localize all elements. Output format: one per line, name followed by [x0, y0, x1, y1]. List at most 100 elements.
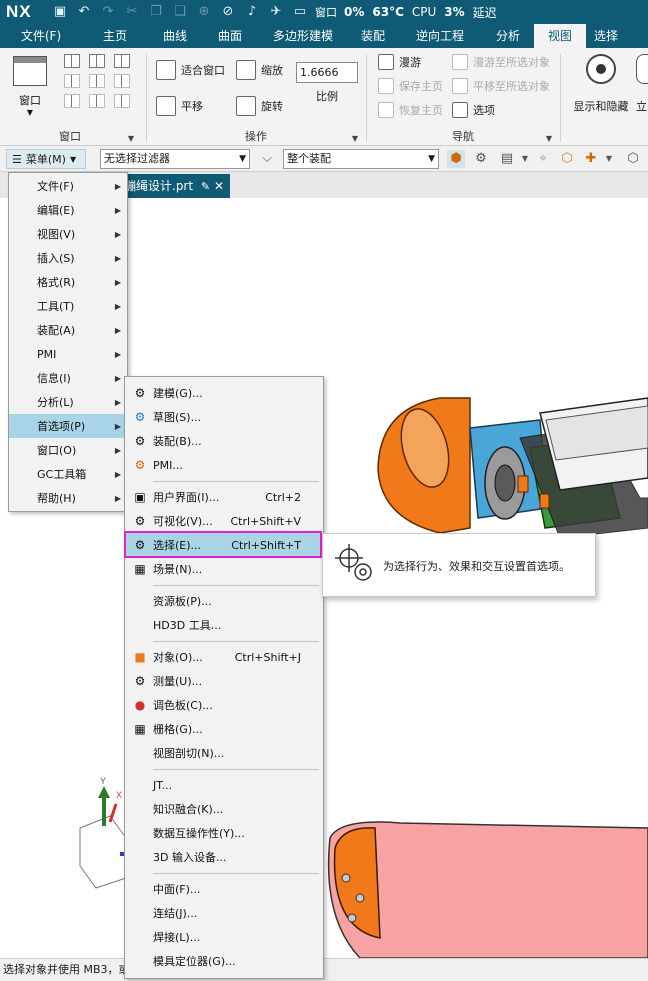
roam-to-selected-button[interactable]: 漫游至所选对象 [452, 54, 550, 70]
navigation-group-dropdown-icon[interactable]: ▼ [546, 134, 552, 143]
close-icon[interactable]: ✕ [214, 174, 224, 198]
menu-item-file[interactable]: 文件(F) ▶ [9, 174, 127, 198]
tab-polygon-modeling[interactable]: 多边形建模 [258, 24, 348, 48]
chevron-down-icon[interactable]: ▼ [600, 150, 618, 168]
selection-scope-icon[interactable]: ▤ [498, 150, 516, 168]
menu-item-insert[interactable]: 插入(S) ▶ [9, 246, 127, 270]
submenu-item-jt[interactable]: JT... [125, 773, 323, 797]
submenu-item-grid[interactable]: ▦ 栅格(G)... [125, 717, 323, 741]
pan-button[interactable]: 平移 [156, 96, 203, 116]
filter-funnel-icon[interactable]: ⌵ [258, 150, 276, 168]
submenu-item-knowledge-fusion[interactable]: 知识融合(K)... [125, 797, 323, 821]
restore-home-button[interactable]: 恢复主页 [378, 102, 443, 118]
tab-analysis[interactable]: 分析 [482, 24, 534, 48]
menu-item-window[interactable]: 窗口(O) ▶ [9, 438, 127, 462]
submenu-item-object[interactable]: ■ 对象(O)... Ctrl+Shift+J [125, 645, 323, 669]
microphone-icon[interactable]: ♪ [243, 4, 261, 20]
submenu-item-sketch[interactable]: ⚙ 草图(S)... [125, 405, 323, 429]
submenu-item-assembly[interactable]: ⚙ 装配(B)... [125, 429, 323, 453]
menu-item-analysis[interactable]: 分析(L) ▶ [9, 390, 127, 414]
save-icon[interactable]: ▣ [51, 4, 69, 20]
menu-item-pmi[interactable]: PMI ▶ [9, 342, 127, 366]
menu-item-preferences[interactable]: 首选项(P) ▶ [9, 414, 127, 438]
submenu-item-pmi[interactable]: ⚙ PMI... [125, 453, 323, 477]
undo-icon[interactable]: ↶ [75, 4, 93, 20]
snap-icon[interactable]: ⌖ [534, 150, 552, 168]
redo-icon[interactable]: ↷ [99, 4, 117, 20]
menu-item-help[interactable]: 帮助(H) ▶ [9, 486, 127, 510]
scale-input[interactable]: 1.6666 [296, 62, 358, 83]
submenu-item-hd3d-tools[interactable]: HD3D 工具... [125, 613, 323, 637]
fit-window-button[interactable]: 适合窗口 [156, 60, 225, 80]
menu-item-gc-toolkit[interactable]: GC工具箱 ▶ [9, 462, 127, 486]
cut-icon[interactable]: ✂ [123, 4, 141, 20]
pan-to-selected-button[interactable]: 平移至所选对象 [452, 78, 550, 94]
submenu-item-3d-input-device[interactable]: 3D 输入设备... [125, 845, 323, 869]
submenu-item-selection[interactable]: ⚙ 选择(E)... Ctrl+Shift+T [125, 533, 323, 557]
window-icon[interactable]: ▭ [291, 4, 309, 20]
show-hide-button[interactable]: 显示和隐藏 [568, 54, 634, 114]
submenu-item-modeling[interactable]: ⚙ 建模(G)... [125, 381, 323, 405]
chevron-down-icon: ▼ [69, 154, 77, 164]
layout-right-icon[interactable] [89, 94, 105, 108]
submenu-item-user-interface[interactable]: ▣ 用户界面(I)... Ctrl+2 [125, 485, 323, 509]
tab-file[interactable]: 文件(F) [0, 24, 82, 48]
submenu-item-view-section[interactable]: 视图剖切(N)... [125, 741, 323, 765]
layout-two-icon[interactable] [89, 54, 105, 68]
type-filter-select[interactable]: 无选择过滤器 ▼ [100, 149, 250, 169]
menu-item-information[interactable]: 信息(I) ▶ [9, 366, 127, 390]
copy-icon[interactable]: ❐ [147, 4, 165, 20]
submenu-item-resource-bar[interactable]: 资源板(P)... [125, 589, 323, 613]
submenu-item-data-interoperability[interactable]: 数据互操作性(Y)... [125, 821, 323, 845]
submenu-item-joint[interactable]: 连结(J)... [125, 901, 323, 925]
visibility-icon[interactable]: ⊘ [219, 4, 237, 20]
submenu-item-midsurface[interactable]: 中面(F)... [125, 877, 323, 901]
tab-home[interactable]: 主页 [82, 24, 148, 48]
submenu-item-measure[interactable]: ⚙ 测量(U)... [125, 669, 323, 693]
submenu-item-palette[interactable]: ● 调色板(C)... [125, 693, 323, 717]
layout-single-icon[interactable] [64, 54, 80, 68]
layout-three-icon[interactable] [64, 74, 80, 88]
navigation-options-button[interactable]: 选项 [452, 102, 495, 118]
menu-item-view[interactable]: 视图(V) ▶ [9, 222, 127, 246]
roam-button[interactable]: 漫游 [378, 54, 421, 70]
submenu-item-visualization[interactable]: ⚙ 可视化(V)... Ctrl+Shift+V [125, 509, 323, 533]
submenu-item-mold-locator[interactable]: 模具定位器(G)... [125, 949, 323, 973]
save-home-button[interactable]: 保存主页 [378, 78, 443, 94]
multi-select-icon[interactable]: ⚙ [472, 150, 490, 168]
tab-reverse-engineering[interactable]: 逆向工程 [398, 24, 482, 48]
layout-horizontal-icon[interactable] [114, 54, 130, 68]
tab-view[interactable]: 视图 [534, 24, 586, 48]
view-cube-icon[interactable]: ⬡ [624, 150, 642, 168]
layout-six-icon[interactable] [114, 74, 130, 88]
tab-curve[interactable]: 曲线 [148, 24, 202, 48]
document-tab[interactable]: 蹦绳设计.prt ✎ ✕ [120, 174, 230, 198]
menu-item-edit[interactable]: 编辑(E) ▶ [9, 198, 127, 222]
cut-view-button[interactable]: 立 [636, 54, 648, 114]
window-group-dropdown-icon[interactable]: ▼ [128, 134, 134, 143]
assembly-scope-select[interactable]: 整个装配 ▼ [283, 149, 439, 169]
submenu-item-weld[interactable]: 焊接(L)... [125, 925, 323, 949]
menu-item-assembly[interactable]: 装配(A) ▶ [9, 318, 127, 342]
modified-icon: ✎ [200, 180, 211, 193]
orange-cube-icon[interactable]: ⬡ [558, 150, 576, 168]
layout-left-icon[interactable] [64, 94, 80, 108]
paste-icon[interactable]: ❏ [171, 4, 189, 20]
point-snap-icon[interactable]: ✚ [582, 150, 600, 168]
menu-item-tools[interactable]: 工具(T) ▶ [9, 294, 127, 318]
tab-surface[interactable]: 曲面 [202, 24, 258, 48]
layout-bottom-icon[interactable] [114, 94, 130, 108]
cube-select-icon[interactable]: ⬢ [447, 150, 465, 168]
submenu-item-scene[interactable]: ▦ 场景(N)... [125, 557, 323, 581]
tab-select[interactable]: 选择 [586, 24, 626, 48]
menu-button[interactable]: ☰ 菜单(M) ▼ [6, 149, 86, 169]
operation-group-dropdown-icon[interactable]: ▼ [352, 134, 358, 143]
zoom-button[interactable]: 缩放 [236, 60, 283, 80]
menu-item-format[interactable]: 格式(R) ▶ [9, 270, 127, 294]
window-button[interactable]: 窗口 ▼ [10, 54, 50, 124]
tab-assembly[interactable]: 装配 [348, 24, 398, 48]
layout-four-icon[interactable] [89, 74, 105, 88]
rotate-button[interactable]: 旋转 [236, 96, 283, 116]
chevron-down-icon[interactable]: ▼ [516, 150, 534, 168]
repeat-icon[interactable]: ⊕ [195, 4, 213, 20]
